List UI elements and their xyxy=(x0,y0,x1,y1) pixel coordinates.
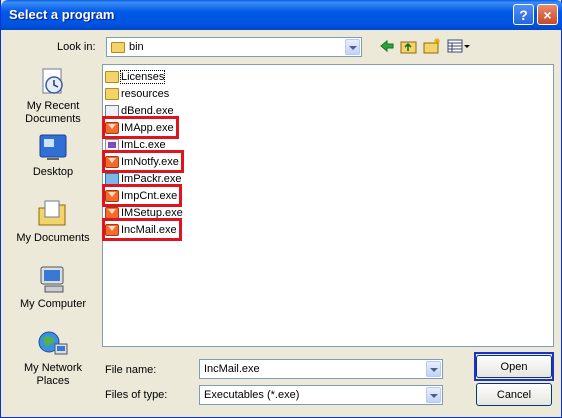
chevron-down-icon[interactable] xyxy=(426,387,441,403)
application-icon xyxy=(105,138,119,151)
list-item[interactable]: IMSetup.exe xyxy=(105,204,183,221)
file-name-label: File name: xyxy=(105,364,157,376)
list-item[interactable]: ImNotfy.exe xyxy=(102,150,184,173)
help-button[interactable]: ? xyxy=(513,4,534,25)
open-button-label: Open xyxy=(500,360,528,373)
file-name-field[interactable]: IncMail.exe xyxy=(199,359,443,379)
file-list[interactable]: Licenses resources dBend.exe IMApp.exe I… xyxy=(101,64,554,347)
place-label: My Network Places xyxy=(23,362,83,387)
file-name: Licenses xyxy=(119,69,166,84)
envelope-icon xyxy=(105,121,119,134)
envelope-icon xyxy=(105,223,119,236)
cancel-button-label: Cancel xyxy=(496,388,532,401)
cancel-button[interactable]: Cancel xyxy=(476,383,552,406)
envelope-icon xyxy=(105,155,119,168)
file-name: IMSetup.exe xyxy=(121,206,183,219)
desktop-icon xyxy=(39,134,67,160)
file-type-label: Files of type: xyxy=(105,389,168,401)
file-name: ImPackr.exe xyxy=(121,172,182,185)
back-arrow-icon[interactable] xyxy=(379,38,395,56)
place-my-documents[interactable]: My Documents xyxy=(9,198,97,245)
up-folder-icon[interactable] xyxy=(400,38,418,56)
close-button[interactable]: × xyxy=(537,4,558,25)
folder-icon xyxy=(111,42,125,53)
executable-icon xyxy=(105,104,119,117)
open-button[interactable]: Open xyxy=(476,355,552,378)
list-item[interactable]: resources xyxy=(105,85,169,102)
file-name: dBend.exe xyxy=(121,104,174,117)
file-name: ImNotfy.exe xyxy=(121,155,179,168)
my-computer-icon xyxy=(40,266,64,293)
list-item[interactable]: dBend.exe xyxy=(105,102,174,119)
list-item[interactable]: Licenses xyxy=(105,68,166,85)
place-label: My Recent Documents xyxy=(25,100,81,125)
file-type-select[interactable]: Executables (*.exe) xyxy=(199,385,443,405)
file-name: IMApp.exe xyxy=(121,121,174,134)
list-item[interactable]: ImpCnt.exe xyxy=(101,184,183,207)
place-network-places[interactable]: My Network Places xyxy=(9,328,97,388)
list-item[interactable]: IncMail.exe xyxy=(102,218,182,241)
list-item[interactable]: IMApp.exe xyxy=(102,116,179,139)
view-menu-icon[interactable] xyxy=(447,38,471,56)
envelope-icon xyxy=(105,189,119,202)
place-label: My Computer xyxy=(19,298,87,310)
list-item[interactable]: ImPackr.exe xyxy=(105,170,182,187)
new-folder-icon[interactable] xyxy=(423,38,441,56)
help-icon: ? xyxy=(519,6,528,23)
dialog-title: Select a program xyxy=(9,7,115,22)
chevron-down-icon[interactable] xyxy=(426,361,441,377)
place-label: Desktop xyxy=(32,166,74,178)
look-in-label: Look in: xyxy=(57,41,96,53)
place-desktop[interactable]: Desktop xyxy=(9,132,97,179)
my-documents-icon xyxy=(38,200,66,226)
file-name: IncMail.exe xyxy=(121,223,177,236)
look-in-value: bin xyxy=(129,41,144,53)
select-program-dialog: Select a program ? × Look in: bin My Rec… xyxy=(0,0,562,418)
file-name: ImLc.exe xyxy=(121,138,166,151)
network-places-icon xyxy=(38,331,68,355)
list-item[interactable]: ImLc.exe xyxy=(105,136,166,153)
place-recent-documents[interactable]: My Recent Documents xyxy=(9,66,97,126)
chevron-down-icon[interactable] xyxy=(345,39,360,55)
look-in-dropdown[interactable]: bin xyxy=(106,37,362,57)
package-icon xyxy=(105,172,119,185)
folder-icon xyxy=(105,70,119,83)
place-label: My Documents xyxy=(16,232,90,244)
file-name: ImpCnt.exe xyxy=(121,189,178,202)
place-my-computer[interactable]: My Computer xyxy=(9,264,97,311)
file-name-value: IncMail.exe xyxy=(204,363,260,375)
folder-icon xyxy=(105,87,119,100)
file-name: resources xyxy=(121,87,170,100)
close-icon: × xyxy=(543,6,552,23)
file-type-value: Executables (*.exe) xyxy=(204,389,300,401)
recent-documents-icon xyxy=(42,68,63,94)
envelope-icon xyxy=(105,206,119,219)
title-bar[interactable]: Select a program ? × xyxy=(1,0,562,30)
places-bar: My Recent Documents Desktop My Documents… xyxy=(9,64,97,404)
